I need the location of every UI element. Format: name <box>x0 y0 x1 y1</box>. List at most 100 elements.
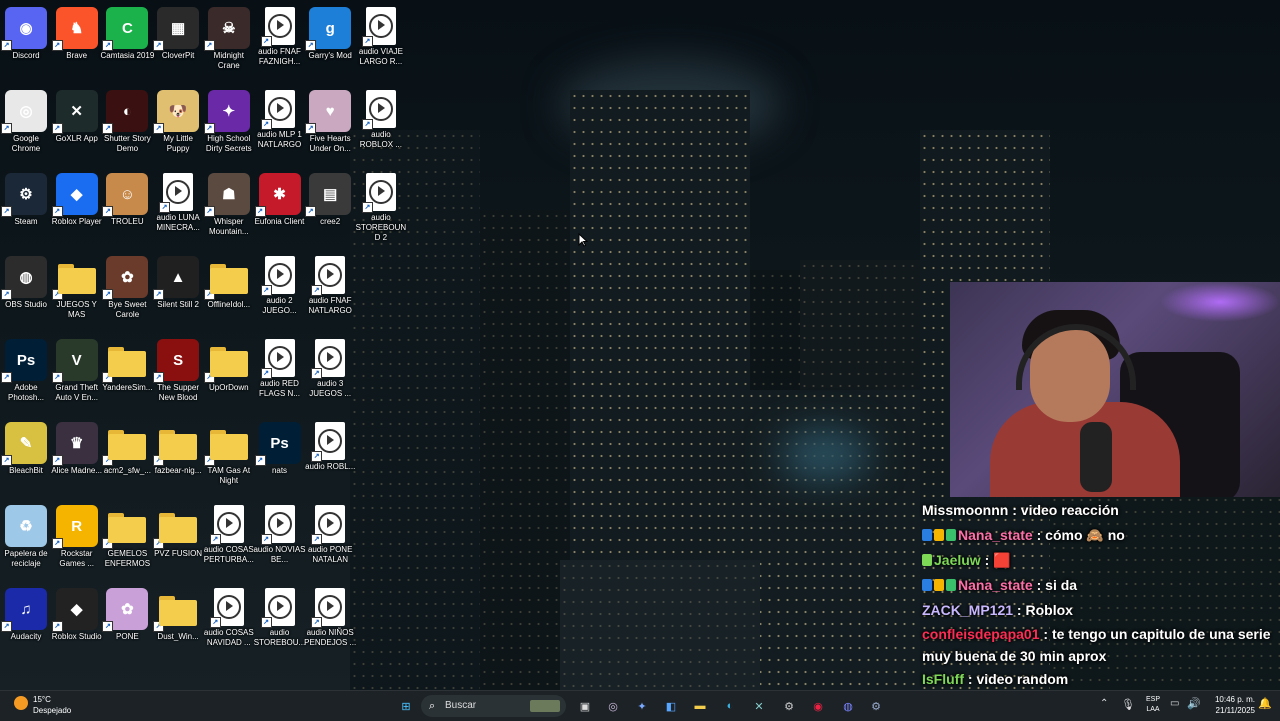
desktop-icon-troleu[interactable]: ☺ ↗ TROLEU <box>102 169 152 249</box>
desktop-icon-yanderesim[interactable]: ↗ YandereSim... <box>102 335 152 415</box>
discord-icon[interactable]: ◍ <box>838 696 858 716</box>
audio-file-icon: ↗ <box>311 588 346 628</box>
desktop-icon-eufonia-client[interactable]: ✱ ↗ Eufonia Client <box>254 169 305 249</box>
desktop-icon-camtasia-2019[interactable]: C ↗ Camtasia 2019 <box>100 3 154 83</box>
five-hearts-under-on-icon: ♥ ↗ <box>305 90 352 134</box>
desktop-icon-midnight-crane[interactable]: ☠ ↗ Midnight Crane <box>203 3 254 83</box>
desktop-icon-audio-pone-natalan[interactable]: ↗ audio PONE NATALAN <box>305 501 355 581</box>
chat-message: Nana_state : cómo 🙈 no <box>922 523 1280 548</box>
desktop-icon-fazbear-nig[interactable]: ↗ fazbear-nig... <box>153 418 203 498</box>
desktop-icon-cree2[interactable]: ▤ ↗ cree2 <box>305 169 355 249</box>
mic-icon[interactable]: 🎙 <box>1121 698 1135 711</box>
desktop-icon-bleachbit[interactable]: ✎ ↗ BleachBit <box>1 418 51 498</box>
desktop-icon-audio-red-flags-n[interactable]: ↗ audio RED FLAGS N... <box>255 335 305 415</box>
weather-widget[interactable]: 15°C Despejado <box>12 694 92 718</box>
chat-username: Missmoonnn <box>922 502 1009 518</box>
desktop-icon-audio-luna-minecra[interactable]: ↗ audio LUNA MINECRA... <box>153 169 203 249</box>
roblox-player-icon: ◆ ↗ <box>51 173 98 217</box>
widgets-icon[interactable]: ◎ <box>603 696 623 716</box>
shortcut-arrow-icon: ↗ <box>1 123 12 134</box>
desktop-icon-steam[interactable]: ⚙ ↗ Steam <box>1 169 51 249</box>
desktop-icon-juegos-y-mas[interactable]: ↗ JUEGOS Y MAS <box>51 252 102 332</box>
desktop-icon-pone[interactable]: ✿ ↗ PONE <box>102 584 152 664</box>
desktop-icon-rockstar-games[interactable]: R ↗ Rockstar Games ... <box>51 501 102 581</box>
desktop-icon-audio-novias-be[interactable]: ↗ audio NOVIAS BE... <box>253 501 306 581</box>
desktop-icon-audio-robl[interactable]: ↗ audio ROBL... <box>305 418 355 498</box>
play-icon <box>276 352 284 362</box>
desktop-icon-audio-fnaf-faznigh[interactable]: ↗ audio FNAF FAZNIGH... <box>255 3 305 83</box>
desktop-icon-five-hearts-under-on[interactable]: ♥ ↗ Five Hearts Under On... <box>305 86 355 166</box>
file-explorer-icon[interactable]: ▬ <box>690 696 710 716</box>
store-icon[interactable]: ◧ <box>661 696 681 716</box>
desktop-icon-pvz-fusion[interactable]: ↗ PVZ FUSION <box>153 501 203 581</box>
desktop-icon-whisper-mountain[interactable]: ☗ ↗ Whisper Mountain... <box>203 169 254 249</box>
desktop-icon-my-little-puppy[interactable]: 🐶 ↗ My Little Puppy <box>153 86 203 166</box>
desktop-icon-audio-roblox[interactable]: ↗ audio ROBLOX ... <box>356 86 406 166</box>
clock[interactable]: 10:46 p. m. 21/11/2025 <box>1203 694 1255 716</box>
desktop-icon-discord[interactable]: ◉ ↗ Discord <box>1 3 51 83</box>
edge-icon[interactable]: ◐ <box>720 696 740 716</box>
desktop-icon-acm2-sfw[interactable]: ↗ acm2_sfw_... <box>102 418 152 498</box>
volume-icon[interactable]: 🔊 <box>1187 697 1201 710</box>
desktop-icon-audacity[interactable]: ♫ ↗ Audacity <box>1 584 51 664</box>
start-icon[interactable]: ⊞ <box>396 696 416 716</box>
desktop-icon-the-supper-new-blood[interactable]: S ↗ The Supper New Blood <box>153 335 203 415</box>
desktop-icon-goxlr-app[interactable]: ✕ ↗ GoXLR App <box>51 86 102 166</box>
desktop-icon-silent-still-2[interactable]: ▲ ↗ Silent Still 2 <box>153 252 203 332</box>
desktop-icon-nats[interactable]: Ps ↗ nats <box>254 418 305 498</box>
desktop-icon-tam-gas-at-night[interactable]: ↗ TAM Gas At Night <box>203 418 254 498</box>
desktop-icon-adobe-photosh[interactable]: Ps ↗ Adobe Photosh... <box>1 335 51 415</box>
desktop-icon-upordown[interactable]: ↗ UpOrDown <box>203 335 254 415</box>
desktop-icon-audio-cosas-navidad[interactable]: ↗ audio COSAS NAVIDAD ... <box>204 584 254 664</box>
desktop-icon-label: audio MLP 1 NATLARGO <box>257 130 302 149</box>
desktop-icon-audio-fnaf-natlargo[interactable]: ↗ audio FNAF NATLARGO <box>305 252 355 332</box>
settings-icon[interactable]: ⚙ <box>779 696 799 716</box>
desktop-icon-audio-storeboun-d-2[interactable]: ↗ audio STOREBOUN D 2 <box>356 169 406 249</box>
desktop-icon-audio-storebou[interactable]: ↗ audio STOREBOU... <box>254 584 305 664</box>
desktop-icon-grand-theft-auto-v-en[interactable]: V ↗ Grand Theft Auto V En... <box>51 335 102 415</box>
desktop-icon-high-school-dirty-secrets[interactable]: ✦ ↗ High School Dirty Secrets <box>203 86 254 166</box>
chevron-up-icon[interactable]: ⌃ <box>1100 698 1108 709</box>
search-box[interactable]: ⌕ Buscar <box>421 695 566 717</box>
notification-icon[interactable]: 🔔 <box>1258 697 1272 710</box>
play-icon <box>327 435 335 445</box>
desktop-icon-audio-viaje-largo-r[interactable]: ↗ audio VIAJE LARGO R... <box>356 3 406 83</box>
desktop-icon-garry-s-mod[interactable]: g ↗ Garry's Mod <box>305 3 355 83</box>
desktop-icon-label: Roblox Studio <box>51 632 102 641</box>
play-icon <box>225 518 233 528</box>
network-icon[interactable]: ▭ <box>1170 698 1179 709</box>
desktop-icon-cloverpit[interactable]: ▦ ↗ CloverPit <box>153 3 203 83</box>
desktop-icon-dust-win[interactable]: ↗ Dust_Win... <box>153 584 203 664</box>
chat-username: IsFluff <box>922 671 964 687</box>
goxlr-icon[interactable]: ✕ <box>749 696 769 716</box>
language-indicator[interactable]: ESP LAA <box>1142 695 1164 715</box>
desktop-icon-roblox-player[interactable]: ◆ ↗ Roblox Player <box>51 169 102 249</box>
desktop-icon-papelera-de-reciclaje[interactable]: ♻ Papelera de reciclaje <box>1 501 51 581</box>
desktop-icon-brave[interactable]: ♞ ↗ Brave <box>51 3 102 83</box>
desktop-icon-bye-sweet-carole[interactable]: ✿ ↗ Bye Sweet Carole <box>102 252 152 332</box>
desktop-icon-audio-2-juego[interactable]: ↗ audio 2 JUEGO... <box>255 252 305 332</box>
desktop-icon-offlineidol[interactable]: ↗ OfflineIdol... <box>203 252 254 332</box>
search-placeholder: Buscar <box>445 700 477 711</box>
desktop-icon-roblox-studio[interactable]: ◆ ↗ Roblox Studio <box>51 584 102 664</box>
desktop-icon-alice-madne[interactable]: ♛ ↗ Alice Madne... <box>51 418 102 498</box>
play-icon <box>327 518 335 528</box>
desktop-icon-audio-3-juegos[interactable]: ↗ audio 3 JUEGOS ... <box>305 335 355 415</box>
steam-icon[interactable]: ⚙ <box>866 696 886 716</box>
copilot-icon[interactable]: ✦ <box>632 696 652 716</box>
desktop-icon-shutter-story-demo[interactable]: ◐ ↗ Shutter Story Demo <box>102 86 152 166</box>
play-icon <box>327 269 335 279</box>
goxlr-app-icon: ✕ ↗ <box>51 90 98 134</box>
chat-message: IsFluff : video random <box>922 667 1280 692</box>
shortcut-arrow-icon: ↗ <box>51 372 63 383</box>
brave-icon: ♞ ↗ <box>51 7 98 51</box>
desktop-icon-audio-mlp-1-natlargo[interactable]: ↗ audio MLP 1 NATLARGO <box>255 86 305 166</box>
desktop-icon-obs-studio[interactable]: ◍ ↗ OBS Studio <box>1 252 51 332</box>
desktop-icon-audio-cosas-perturba[interactable]: ↗ audio COSAS PERTURBA... <box>204 501 254 581</box>
desktop-icon-audio-ni-os-pendejos[interactable]: ↗ audio NIÑOS PENDEJOS ... <box>304 584 356 664</box>
lang-line2: LAA <box>1146 706 1160 713</box>
chrome-icon[interactable]: ◉ <box>808 696 828 716</box>
desktop-icon-google-chrome[interactable]: ◎ ↗ Google Chrome <box>1 86 51 166</box>
task-view-icon[interactable]: ▣ <box>575 696 595 716</box>
desktop-icon-gemelos-enfermos[interactable]: ↗ GEMELOS ENFERMOS <box>102 501 152 581</box>
